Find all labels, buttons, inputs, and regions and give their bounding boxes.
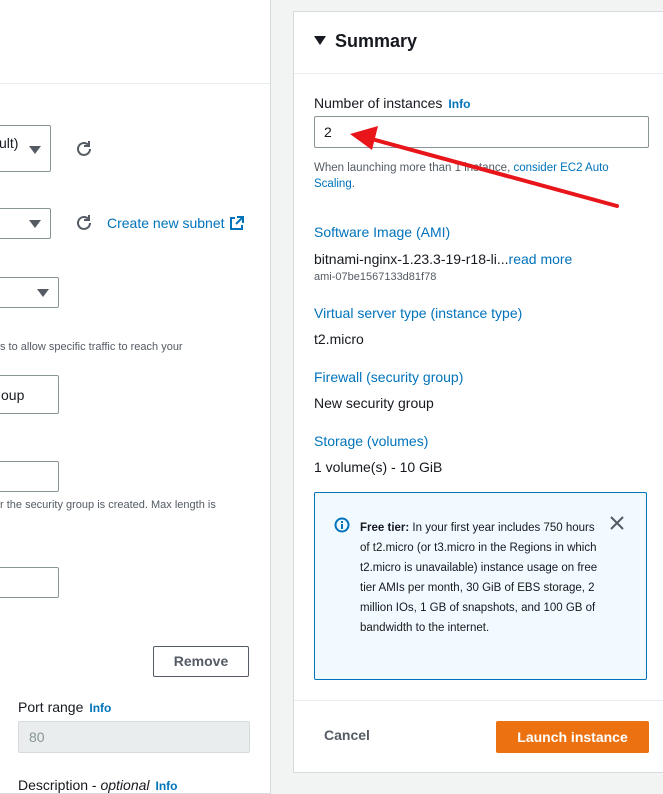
vpc-select[interactable]: ult) — [0, 125, 51, 172]
remove-button[interactable]: Remove — [153, 646, 249, 677]
instances-input[interactable]: 2 — [314, 116, 649, 148]
cancel-button[interactable]: Cancel — [324, 727, 370, 743]
port-range-info-link[interactable]: Info — [89, 701, 111, 715]
description-optional-text: optional — [100, 777, 150, 793]
summary-panel: Summary Number of instances Info 2 When l… — [293, 11, 663, 773]
ami-name: bitnami-nginx-1.23.3-19-r18-li... — [314, 251, 509, 267]
launch-help-text: When launching more than 1 instance, con… — [314, 160, 644, 192]
security-group-description-help: r the security group is created. Max len… — [0, 499, 216, 511]
caret-down-icon — [29, 146, 41, 154]
ami-link[interactable]: Software Image (AMI) — [314, 224, 450, 240]
refresh-icon[interactable] — [74, 139, 94, 159]
instances-info-link[interactable]: Info — [448, 97, 470, 111]
description-label-text: Description - — [18, 777, 101, 793]
summary-footer: Cancel Launch instance — [294, 700, 663, 774]
launch-help-prefix: When launching more than 1 instance, — [314, 162, 514, 174]
free-tier-body: In your first year includes 750 hours of… — [360, 522, 598, 634]
launch-help-suffix: . — [351, 178, 355, 190]
info-circle-icon — [334, 517, 350, 533]
ami-read-more-link[interactable]: read more — [509, 251, 573, 267]
subnet-select[interactable] — [0, 208, 51, 239]
create-new-subnet-link[interactable]: Create new subnet — [107, 215, 225, 231]
storage-link[interactable]: Storage (volumes) — [314, 433, 428, 449]
ami-id: ami-07be1567133d81f78 — [314, 271, 437, 283]
auto-assign-ip-select[interactable] — [0, 277, 59, 308]
port-range-label-text: Port range — [18, 699, 84, 715]
firewall-link[interactable]: Firewall (security group) — [314, 369, 463, 385]
instances-label-text: Number of instances — [314, 95, 443, 111]
security-group-name-input[interactable]: oup — [0, 375, 59, 414]
storage-value: 1 volume(s) - 10 GiB — [314, 459, 443, 475]
caret-down-icon — [37, 289, 49, 297]
free-tier-bold: Free tier: — [360, 522, 410, 534]
instances-label: Number of instances Info — [314, 95, 470, 111]
instance-type-value: t2.micro — [314, 331, 364, 347]
security-group-description-input[interactable] — [0, 461, 59, 492]
summary-title: Summary — [335, 31, 418, 51]
firewall-value: New security group — [314, 395, 434, 411]
free-tier-text: Free tier: In your first year includes 7… — [360, 518, 600, 638]
refresh-icon[interactable] — [74, 213, 94, 233]
launch-instance-button[interactable]: Launch instance — [496, 721, 649, 753]
caret-down-icon — [29, 220, 41, 228]
description-label: Description - optional Info — [18, 777, 178, 793]
port-range-input: 80 — [18, 721, 250, 753]
vpc-select-value: ult) — [0, 135, 19, 151]
port-range-label: Port range Info — [18, 699, 111, 715]
network-settings-panel: ult) Create new subnet s to allow specif… — [0, 0, 271, 794]
network-settings-header — [0, 0, 270, 84]
close-icon[interactable] — [608, 514, 626, 532]
instance-type-link[interactable]: Virtual server type (instance type) — [314, 305, 522, 321]
external-link-icon[interactable] — [229, 216, 244, 231]
free-tier-alert: Free tier: In your first year includes 7… — [314, 492, 647, 680]
security-group-name-value: oup — [1, 387, 25, 403]
summary-header[interactable]: Summary — [294, 12, 663, 74]
security-group-rule-input[interactable] — [0, 567, 59, 598]
ami-value: bitnami-nginx-1.23.3-19-r18-li...read mo… — [314, 251, 572, 267]
description-info-link[interactable]: Info — [156, 779, 178, 793]
security-group-help: s to allow specific traffic to reach you… — [0, 341, 183, 353]
expand-triangle-icon[interactable] — [314, 36, 326, 45]
